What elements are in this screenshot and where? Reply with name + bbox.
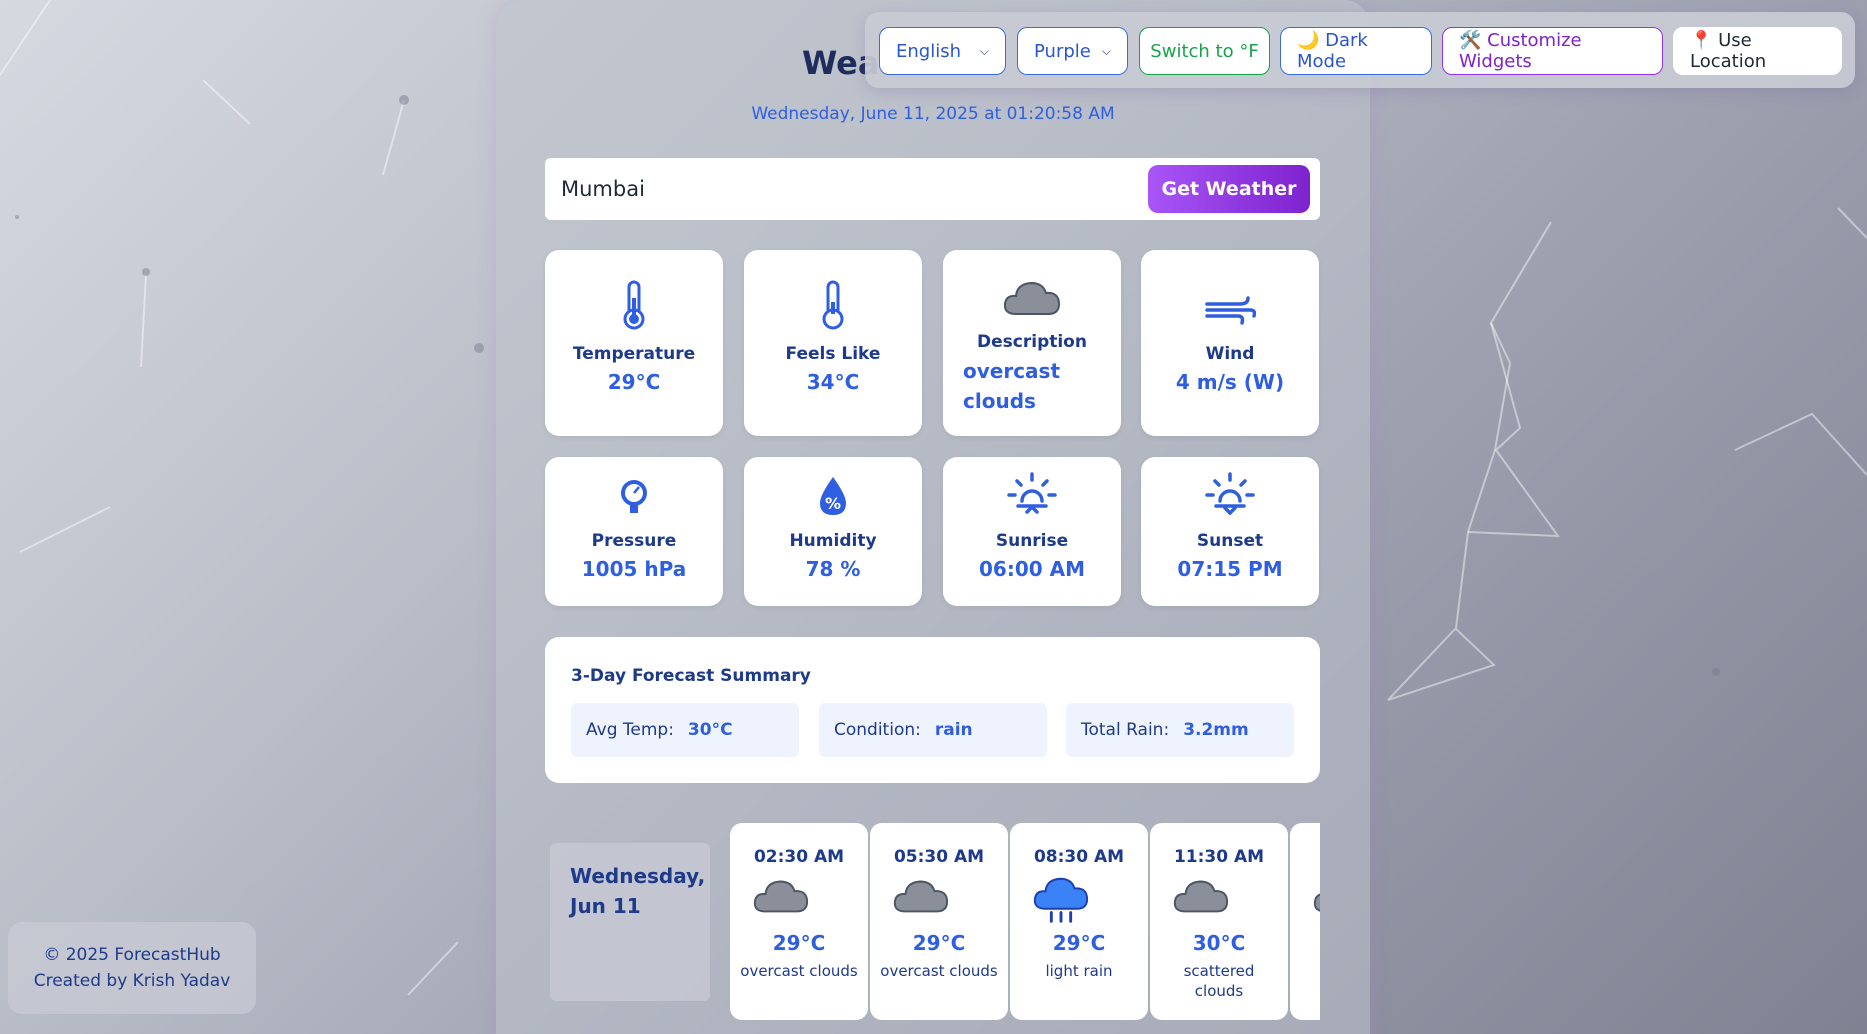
get-weather-button[interactable]: Get Weather	[1148, 165, 1310, 213]
thermometer-icon	[744, 280, 922, 330]
hourly-desc: overcast clouds	[880, 962, 998, 980]
hourly-card: 05:30 AM 29°C overcast clouds	[870, 823, 1008, 1020]
forecast-day-label: Wednesday, Jun 11	[550, 843, 710, 1001]
hourly-time: 02:30 AM	[753, 847, 845, 867]
total-rain-label: Total Rain:	[1081, 720, 1170, 740]
total-rain-box: Total Rain: 3.2mm	[1066, 703, 1294, 757]
hourly-desc: overcast clouds	[740, 962, 858, 980]
total-rain-value: 3.2mm	[1183, 720, 1249, 740]
feels-like-value: 34°C	[806, 370, 860, 394]
footer-credit: Created by Krish Yadav	[33, 971, 231, 991]
forecast-summary-panel: 3-Day Forecast Summary Avg Temp: 30°C Co…	[545, 637, 1320, 783]
condition-box: Condition: rain	[819, 703, 1047, 757]
feels-like-tile: Feels Like 34°C	[744, 250, 922, 436]
search-bar: Get Weather	[545, 158, 1320, 220]
hourly-desc: light rain	[1045, 962, 1113, 980]
hourly-time: 08:30 AM	[1033, 847, 1125, 867]
sunset-value: 07:15 PM	[1177, 557, 1283, 581]
hourly-time: 05:30 AM	[893, 847, 985, 867]
sunrise-icon	[943, 471, 1121, 515]
temperature-value: 29°C	[607, 370, 661, 394]
use-location-button[interactable]: 📍 Use Location	[1673, 27, 1842, 75]
temperature-label: Temperature	[572, 344, 696, 364]
humidity-tile: % Humidity 78 %	[744, 457, 922, 606]
forecast-summary-title: 3-Day Forecast Summary	[571, 666, 811, 686]
humidity-label: Humidity	[789, 531, 877, 551]
language-select[interactable]: English ⌵	[879, 27, 1006, 75]
temperature-tile: Temperature 29°C	[545, 250, 723, 436]
wind-tile: Wind 4 m/s (W)	[1141, 250, 1319, 436]
top-toolbar: English ⌵ Purple ⌵ Switch to °F 🌙 Dark M…	[865, 12, 1855, 88]
gauge-icon	[545, 477, 723, 515]
hourly-desc: scattered clouds	[1183, 962, 1255, 1000]
hourly-card-partial	[1290, 823, 1320, 1020]
city-search-input[interactable]	[561, 172, 1121, 206]
chevron-down-icon: ⌵	[979, 43, 989, 58]
footer: © 2025 ForecastHub Created by Krish Yada…	[8, 922, 256, 1014]
theme-select-value: Purple	[1034, 40, 1091, 62]
wind-label: Wind	[1205, 344, 1255, 364]
wind-value: 4 m/s (W)	[1175, 370, 1285, 394]
dark-mode-button[interactable]: 🌙 Dark Mode	[1280, 27, 1432, 75]
hourly-temp: 29°C	[1052, 931, 1106, 955]
sunset-label: Sunset	[1196, 531, 1264, 551]
description-tile: Description overcast clouds	[943, 250, 1121, 436]
avg-temp-label: Avg Temp:	[586, 720, 674, 740]
avg-temp-box: Avg Temp: 30°C	[571, 703, 799, 757]
cloud-icon	[1172, 875, 1230, 921]
hourly-card: 02:30 AM 29°C overcast clouds	[730, 823, 868, 1020]
hourly-card: 11:30 AM 30°C scattered clouds	[1150, 823, 1288, 1020]
hourly-forecast-strip[interactable]: Wednesday, Jun 11 02:30 AM 29°C overcast…	[545, 823, 1320, 1025]
description-label: Description	[977, 332, 1087, 352]
hourly-temp: 30°C	[1192, 931, 1246, 955]
sunrise-label: Sunrise	[995, 531, 1069, 551]
hourly-temp: 29°C	[912, 931, 966, 955]
rain-cloud-icon	[1032, 875, 1090, 931]
humidity-drop-icon: %	[744, 475, 922, 517]
pressure-value: 1005 hPa	[581, 557, 687, 581]
cloud-icon	[943, 278, 1121, 318]
condition-value: rain	[934, 720, 973, 740]
hourly-time: 11:30 AM	[1173, 847, 1265, 867]
sunset-tile: Sunset 07:15 PM	[1141, 457, 1319, 606]
unit-toggle-button[interactable]: Switch to °F	[1139, 27, 1270, 75]
pressure-tile: Pressure 1005 hPa	[545, 457, 723, 606]
theme-select[interactable]: Purple ⌵	[1017, 27, 1128, 75]
pressure-label: Pressure	[591, 531, 677, 551]
description-value: overcast clouds	[963, 359, 1061, 413]
cloud-icon	[892, 875, 950, 921]
wind-icon	[1141, 294, 1319, 326]
sunset-icon	[1141, 471, 1319, 515]
svg-text:%: %	[825, 494, 841, 513]
sunrise-value: 06:00 AM	[978, 557, 1085, 581]
avg-temp-value: 30°C	[687, 720, 733, 740]
humidity-value: 78 %	[805, 557, 861, 581]
language-select-value: English	[896, 40, 961, 62]
hourly-temp: 29°C	[772, 931, 826, 955]
footer-copyright: © 2025 ForecastHub	[43, 945, 221, 965]
chevron-down-icon: ⌵	[1101, 43, 1111, 58]
cloud-icon	[1312, 875, 1320, 921]
feels-like-label: Feels Like	[785, 344, 881, 364]
current-datetime: Wednesday, June 11, 2025 at 01:20:58 AM	[751, 104, 1115, 124]
condition-label: Condition:	[834, 720, 921, 740]
thermometer-icon	[545, 280, 723, 330]
cloud-icon	[752, 875, 810, 921]
sunrise-tile: Sunrise 06:00 AM	[943, 457, 1121, 606]
customize-widgets-button[interactable]: 🛠️ Customize Widgets	[1442, 27, 1663, 75]
hourly-card: 08:30 AM 29°C light rain	[1010, 823, 1148, 1020]
